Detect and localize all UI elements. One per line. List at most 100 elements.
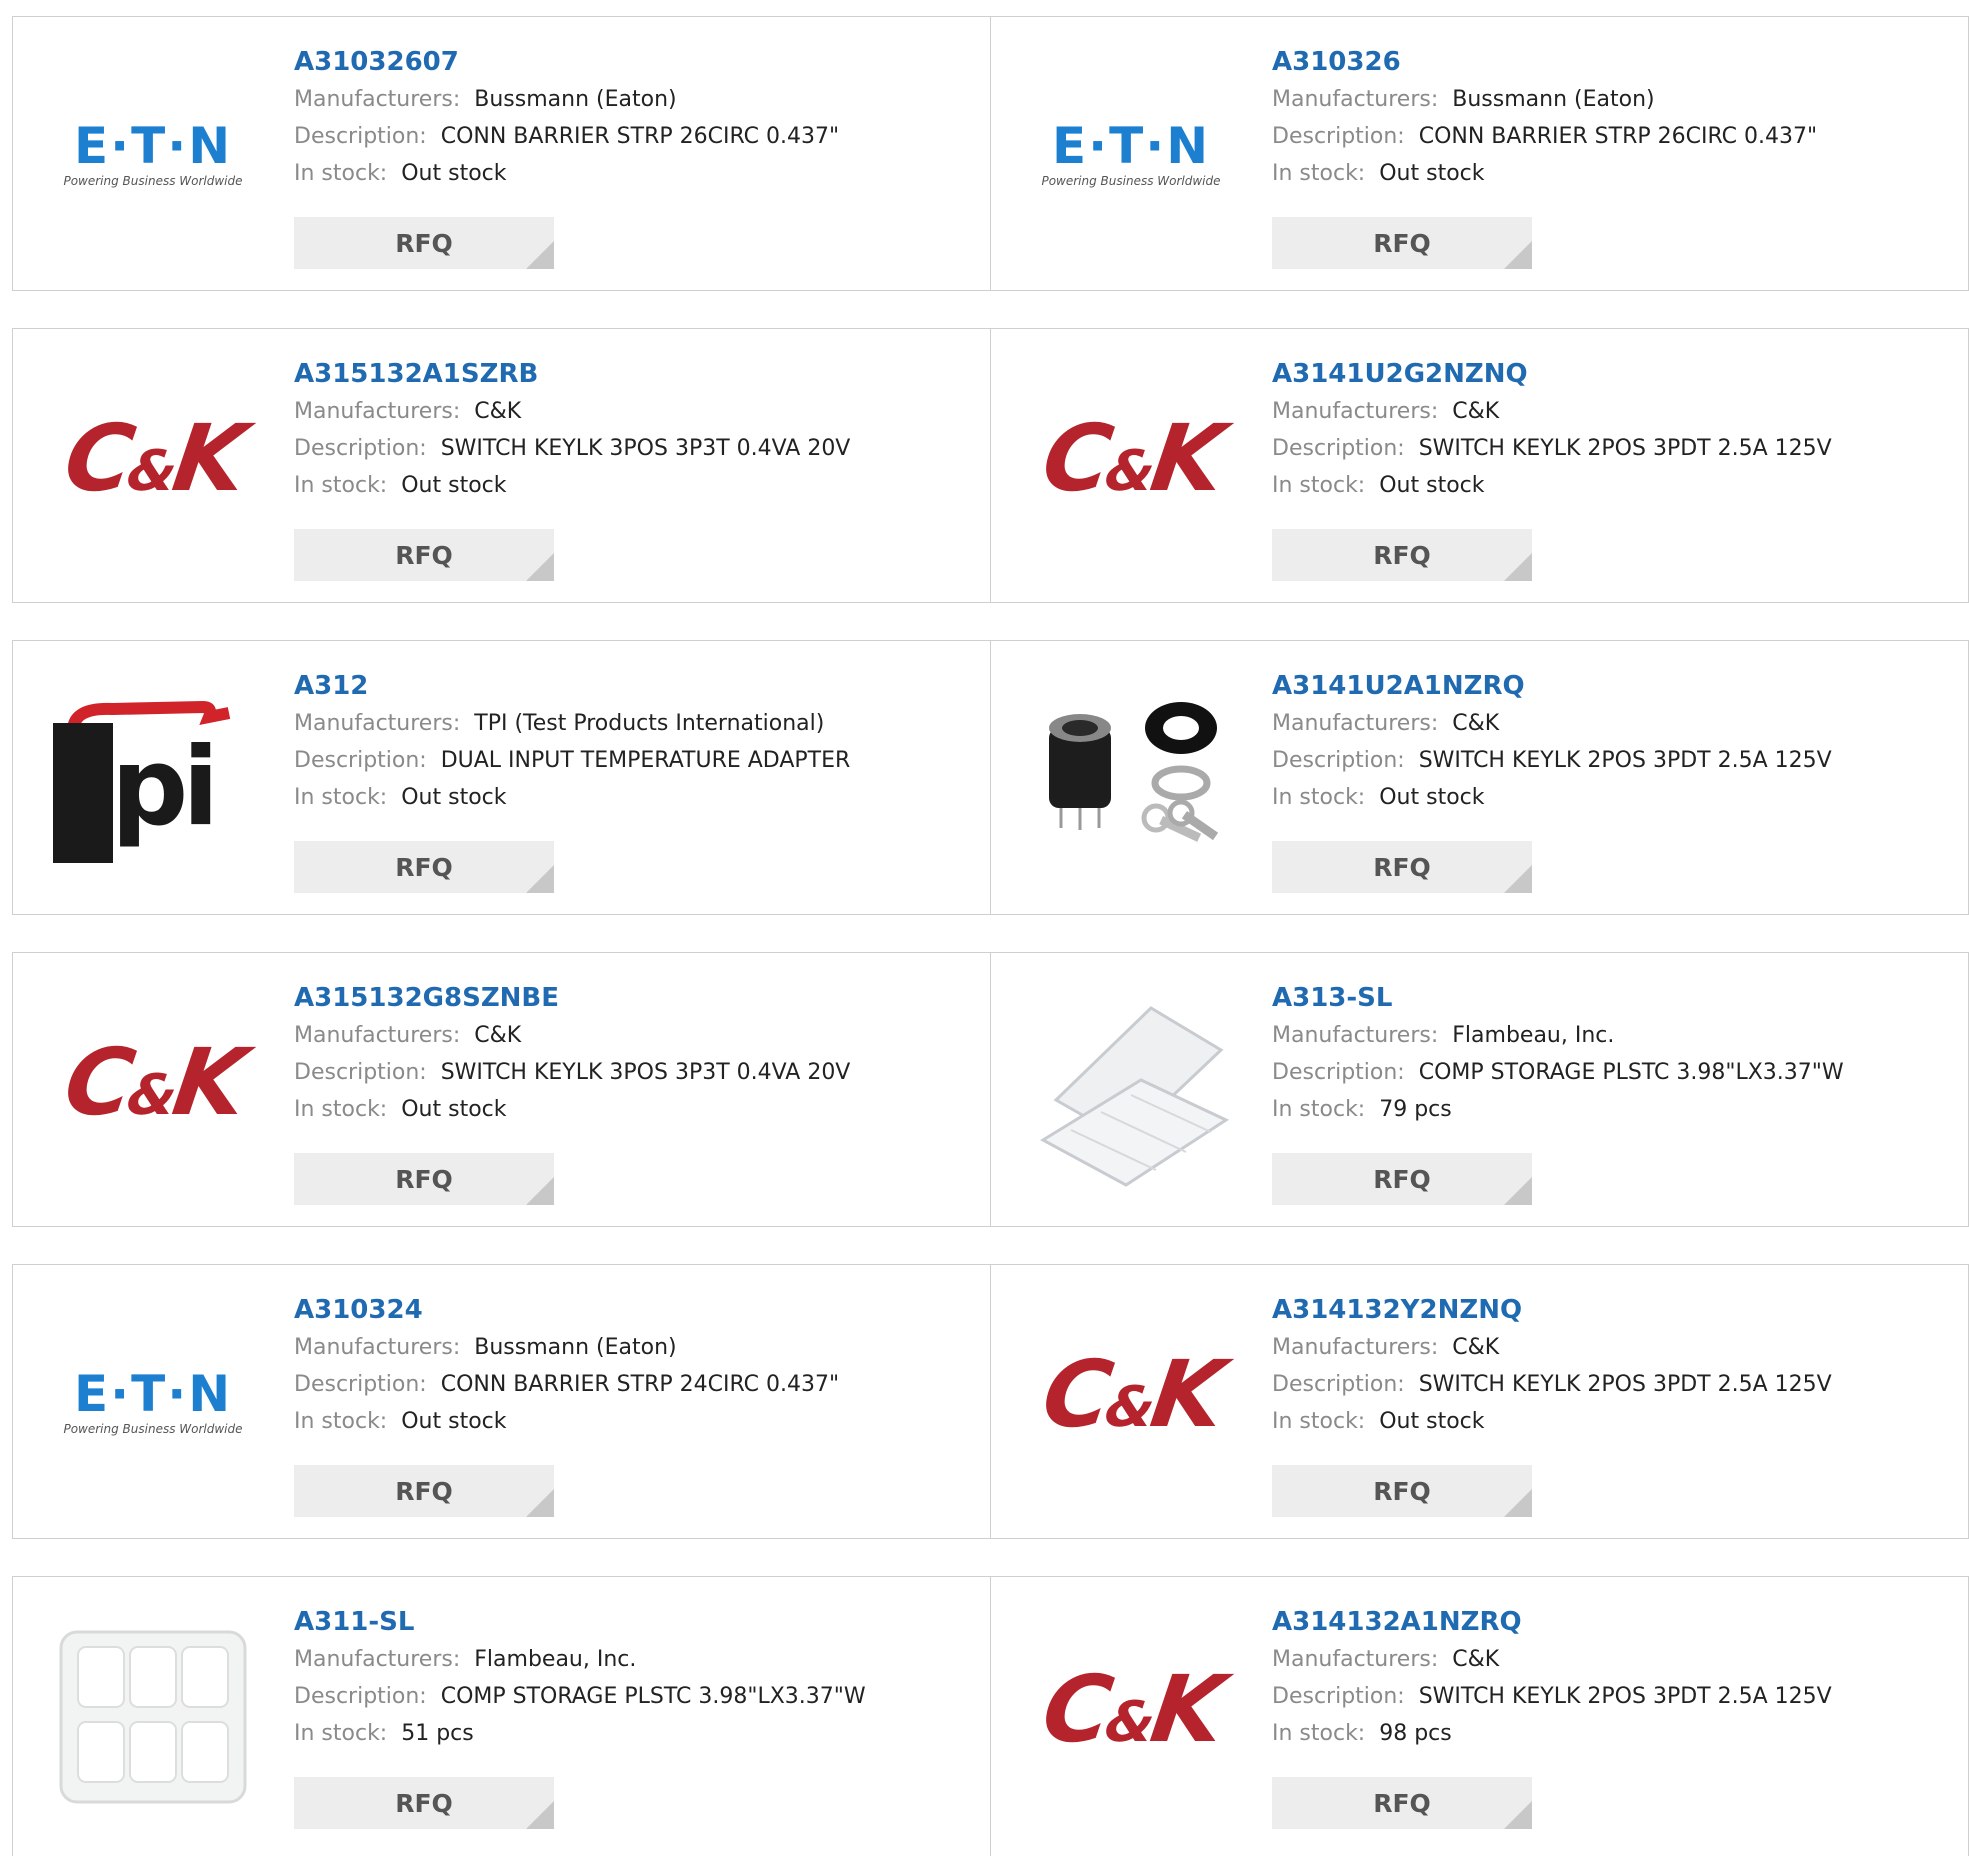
manufacturers-label: Manufacturers:	[1272, 87, 1439, 112]
manufacturer-value: Bussmann (Eaton)	[1452, 87, 1655, 112]
eaton-logo-tagline: Powering Business Worldwide	[63, 1421, 243, 1436]
rfq-button[interactable]: RFQ	[294, 841, 554, 893]
part-number-link[interactable]: A315132A1SZRB	[294, 355, 850, 393]
product-row: E·T·N Powering Business Worldwide A310324…	[12, 1264, 1969, 1539]
product-thumbnail[interactable]: C&K	[53, 953, 253, 1226]
part-number-link[interactable]: A311-SL	[294, 1603, 866, 1641]
manufacturers-label: Manufacturers:	[294, 711, 461, 736]
product-thumbnail[interactable]: E·T·N Powering Business Worldwide	[53, 17, 253, 290]
product-info: A313-SL Manufacturers: Flambeau, Inc. Des…	[1272, 979, 1844, 1128]
stock-row: In stock: Out stock	[1272, 779, 1832, 816]
rfq-button[interactable]: RFQ	[1272, 529, 1532, 581]
part-number-link[interactable]: A310324	[294, 1291, 839, 1329]
storage-box-closed-photo	[59, 1630, 247, 1803]
rfq-corner-decoration	[526, 241, 554, 269]
product-thumbnail[interactable]	[1031, 953, 1231, 1226]
product-thumbnail[interactable]: C&K	[1031, 329, 1231, 602]
description-row: Description: SWITCH KEYLK 3POS 3P3T 0.4VA…	[294, 430, 850, 467]
eaton-logo-word: E·T·N	[73, 116, 233, 175]
rfq-button[interactable]: RFQ	[294, 217, 554, 269]
eaton-logo: E·T·N Powering Business Worldwide	[63, 1368, 242, 1436]
rfq-label: RFQ	[1373, 540, 1431, 570]
manufacturers-label: Manufacturers:	[294, 399, 461, 424]
part-number-link[interactable]: A314132A1NZRQ	[1272, 1603, 1832, 1641]
rfq-button[interactable]: RFQ	[294, 1465, 554, 1517]
eaton-logo: E·T·N Powering Business Worldwide	[63, 120, 242, 188]
manufacturer-value: C&K	[1452, 399, 1500, 424]
part-number-link[interactable]: A315132G8SZNBE	[294, 979, 850, 1017]
part-number-link[interactable]: A310326	[1272, 43, 1817, 81]
manufacturer-row: Manufacturers: C&K	[1272, 1329, 1832, 1366]
product-thumbnail[interactable]: E·T·N Powering Business Worldwide	[1031, 17, 1231, 290]
stock-row: In stock: Out stock	[294, 467, 850, 504]
stock-row: In stock: Out stock	[294, 1403, 839, 1440]
part-number-link[interactable]: A314132Y2NZNQ	[1272, 1291, 1832, 1329]
rfq-label: RFQ	[1373, 852, 1431, 882]
part-number-link[interactable]: A312	[294, 667, 850, 705]
rfq-label: RFQ	[395, 1788, 453, 1818]
product-thumbnail[interactable]	[1031, 641, 1231, 914]
description-label: Description:	[294, 436, 427, 461]
product-info: A310324 Manufacturers: Bussmann (Eaton) D…	[294, 1291, 839, 1440]
product-card: E·T·N Powering Business Worldwide A310326…	[13, 17, 990, 290]
in-stock-label: In stock:	[294, 1409, 388, 1434]
manufacturer-row: Manufacturers: Bussmann (Eaton)	[294, 1329, 839, 1366]
part-number-link[interactable]: A3141U2A1NZRQ	[1272, 667, 1832, 705]
product-thumbnail[interactable]	[53, 1577, 253, 1856]
stock-value: Out stock	[401, 161, 507, 186]
ck-logo: C&K	[1035, 405, 1228, 522]
rfq-button[interactable]: RFQ	[294, 1777, 554, 1829]
rfq-button[interactable]: RFQ	[294, 1153, 554, 1205]
description-label: Description:	[1272, 1060, 1405, 1085]
in-stock-label: In stock:	[294, 1097, 388, 1122]
description-label: Description:	[294, 124, 427, 149]
manufacturer-row: Manufacturers: C&K	[294, 393, 850, 430]
in-stock-label: In stock:	[294, 1721, 388, 1746]
rfq-button[interactable]: RFQ	[1272, 1777, 1532, 1829]
manufacturer-value: Flambeau, Inc.	[474, 1647, 637, 1672]
ck-logo-k: K	[166, 405, 250, 512]
rfq-label: RFQ	[1373, 1476, 1431, 1506]
product-card: C&K A3141U2G2NZNQ Manufacturers: C&K Desc…	[990, 329, 1968, 602]
rfq-corner-decoration	[526, 1177, 554, 1205]
rfq-button[interactable]: RFQ	[294, 529, 554, 581]
part-number-link[interactable]: A3141U2G2NZNQ	[1272, 355, 1832, 393]
product-thumbnail[interactable]: C&K	[1031, 1265, 1231, 1538]
description-value: CONN BARRIER STRP 24CIRC 0.437"	[440, 1372, 840, 1397]
part-number-link[interactable]: A31032607	[294, 43, 839, 81]
product-thumbnail[interactable]: E·T·N Powering Business Worldwide	[53, 1265, 253, 1538]
product-info: A311-SL Manufacturers: Flambeau, Inc. Des…	[294, 1603, 866, 1752]
manufacturers-label: Manufacturers:	[1272, 1023, 1439, 1048]
description-label: Description:	[1272, 1684, 1405, 1709]
rfq-corner-decoration	[1504, 1801, 1532, 1829]
part-number-link[interactable]: A313-SL	[1272, 979, 1844, 1017]
tpi-logo: pi	[53, 693, 253, 863]
product-thumbnail[interactable]: C&K	[53, 329, 253, 602]
product-card: C&K A314132A1NZRQ Manufacturers: C&K Desc…	[990, 1577, 1968, 1856]
rfq-button[interactable]: RFQ	[1272, 1153, 1532, 1205]
product-thumbnail[interactable]: pi	[53, 641, 253, 914]
rfq-label: RFQ	[395, 852, 453, 882]
manufacturers-label: Manufacturers:	[1272, 399, 1439, 424]
product-thumbnail[interactable]: C&K	[1031, 1577, 1231, 1856]
description-value: CONN BARRIER STRP 26CIRC 0.437"	[1418, 124, 1818, 149]
ck-logo: C&K	[1035, 1656, 1228, 1773]
description-value: SWITCH KEYLK 2POS 3PDT 2.5A 125V	[1418, 1684, 1832, 1709]
description-label: Description:	[294, 1372, 427, 1397]
ck-logo-k: K	[166, 1029, 250, 1136]
stock-value: Out stock	[401, 473, 507, 498]
rfq-corner-decoration	[526, 865, 554, 893]
eaton-logo-tagline: Powering Business Worldwide	[63, 173, 243, 188]
rfq-corner-decoration	[526, 553, 554, 581]
rfq-button[interactable]: RFQ	[1272, 217, 1532, 269]
stock-value: 51 pcs	[401, 1721, 474, 1746]
keylock-switch-photo	[1049, 701, 1219, 842]
rfq-button[interactable]: RFQ	[1272, 841, 1532, 893]
manufacturer-value: C&K	[1452, 1647, 1500, 1672]
rfq-button[interactable]: RFQ	[1272, 1465, 1532, 1517]
manufacturer-value: C&K	[1452, 1335, 1500, 1360]
manufacturers-label: Manufacturers:	[294, 1647, 461, 1672]
stock-row: In stock: Out stock	[1272, 155, 1817, 192]
product-info: A312 Manufacturers: TPI (Test Products In…	[294, 667, 850, 816]
product-info: A314132A1NZRQ Manufacturers: C&K Descript…	[1272, 1603, 1832, 1752]
